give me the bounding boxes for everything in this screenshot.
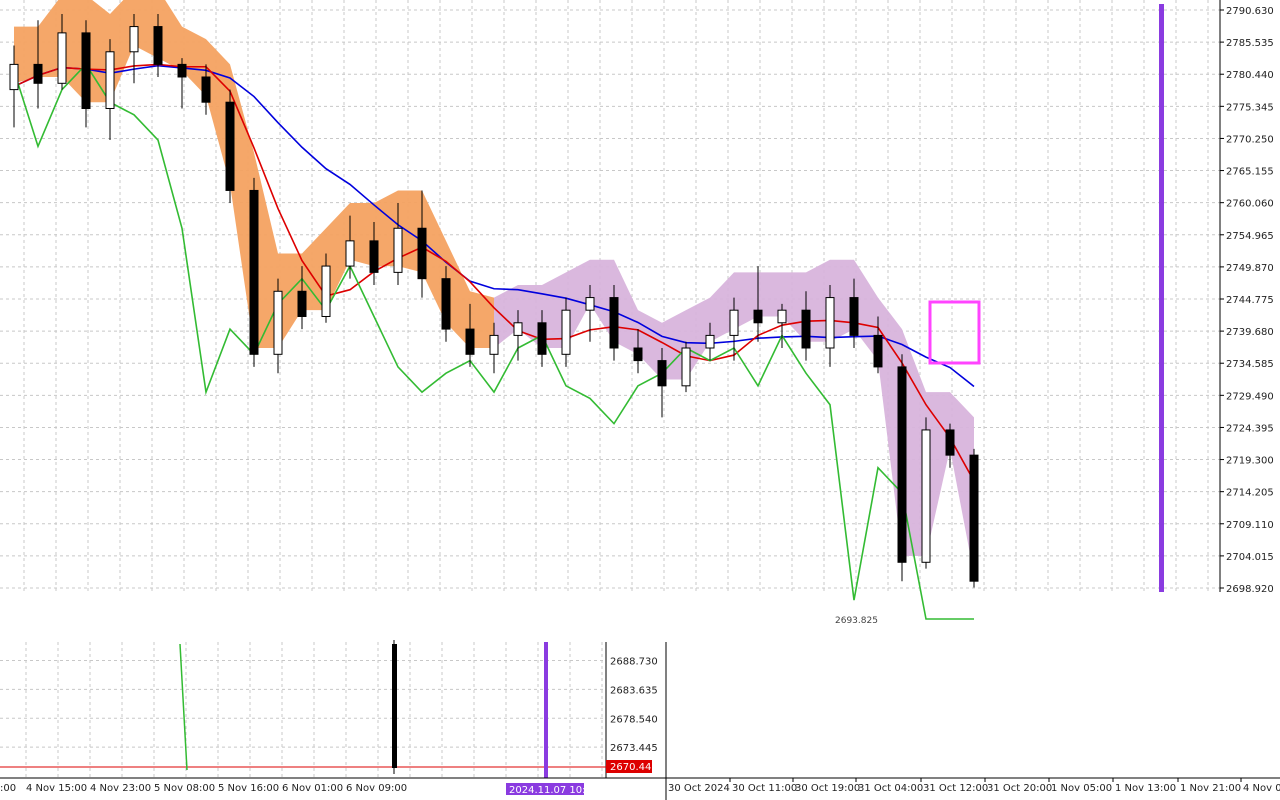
lower-time-tick-label: 5 Nov 16:00 bbox=[218, 783, 279, 794]
candle-bearish bbox=[441, 278, 451, 330]
candle-bullish bbox=[561, 309, 571, 355]
candle-bullish bbox=[513, 322, 523, 336]
lower-time-tick-label: 6 Nov 01:00 bbox=[282, 783, 343, 794]
candle-bullish bbox=[321, 265, 331, 317]
current-price-label: 2670.440 bbox=[610, 762, 658, 773]
time-marker-label: 2024.11.07 10:00 bbox=[509, 785, 598, 796]
candle-bullish bbox=[105, 51, 115, 110]
time-tick-label: 31 Oct 04:00 bbox=[858, 783, 923, 794]
candle-bearish bbox=[873, 334, 883, 368]
candle-bullish bbox=[585, 297, 595, 311]
price-tick-label: 2704.015 bbox=[1226, 552, 1274, 563]
candle-bearish bbox=[153, 26, 163, 65]
candle-bearish bbox=[753, 309, 763, 324]
chart-canvas: 2790.630 2785.535 2780.440 2775.345 2770.250… bbox=[0, 0, 1280, 800]
lower-time-tick-label: 6 Nov 09:00 bbox=[346, 783, 407, 794]
candle-bearish bbox=[297, 290, 307, 317]
price-tick-label: 2744.775 bbox=[1226, 295, 1274, 306]
candle-bearish bbox=[81, 32, 91, 110]
lower-time-tick-label: 4 Nov 15:00 bbox=[26, 783, 87, 794]
lower-time-marker bbox=[544, 642, 548, 778]
price-tick-label: 2719.300 bbox=[1226, 456, 1274, 467]
price-tick-label: 2754.965 bbox=[1226, 231, 1274, 242]
time-marker-line bbox=[1159, 4, 1164, 592]
time-tick-label: 1 Nov 21:00 bbox=[1180, 783, 1241, 794]
candle-bearish bbox=[849, 297, 859, 336]
time-tick-label: 30 Oct 2024 bbox=[668, 783, 730, 794]
price-tick-label: 2785.535 bbox=[1226, 38, 1274, 49]
price-tick-label: 2749.870 bbox=[1226, 263, 1274, 274]
lower-price-tick-label: 2688.730 bbox=[610, 657, 658, 668]
candle-bearish bbox=[249, 189, 259, 355]
candle-bearish bbox=[225, 101, 235, 191]
candle-bearish bbox=[177, 63, 187, 78]
lower-price-tick-label: 2683.635 bbox=[610, 685, 658, 696]
candle-bearish bbox=[897, 366, 907, 563]
candle-bullish bbox=[129, 26, 139, 53]
candle-bullish bbox=[393, 227, 403, 273]
price-tick-label: 2724.395 bbox=[1226, 423, 1274, 434]
price-tick-label: 2739.680 bbox=[1226, 327, 1274, 338]
price-tick-label: 2770.250 bbox=[1226, 134, 1274, 145]
candle-bullish bbox=[777, 309, 787, 324]
time-tick-label: 31 Oct 20:00 bbox=[987, 783, 1052, 794]
price-tick-label: 2790.630 bbox=[1226, 6, 1274, 17]
candle-bearish bbox=[33, 63, 43, 84]
candle-bullish bbox=[729, 309, 739, 336]
time-tick-label: 30 Oct 11:00 bbox=[732, 783, 797, 794]
price-tick-label: 2780.440 bbox=[1226, 70, 1274, 81]
candle-bullish bbox=[9, 63, 19, 91]
candle-bearish bbox=[417, 227, 427, 280]
candle-bearish bbox=[465, 328, 475, 355]
price-tick-label: 2760.060 bbox=[1226, 199, 1274, 210]
price-tick-label: 2729.490 bbox=[1226, 391, 1274, 402]
time-tick-label: 30 Oct 19:00 bbox=[795, 783, 860, 794]
candle-bearish bbox=[969, 454, 979, 582]
price-tick-label: 2709.110 bbox=[1226, 520, 1274, 531]
candle-bullish bbox=[681, 347, 691, 387]
candle-bullish bbox=[345, 240, 355, 267]
candle-bearish bbox=[537, 322, 547, 355]
time-tick-label: 1 Nov 05:00 bbox=[1051, 783, 1112, 794]
candle-bearish bbox=[201, 76, 211, 103]
lower-panel-bg bbox=[0, 642, 606, 778]
candle-bearish bbox=[369, 240, 379, 273]
lower-x-tick-partial: :00 bbox=[0, 783, 16, 794]
lower-time-tick-label: 5 Nov 08:00 bbox=[154, 783, 215, 794]
candle-bullish bbox=[825, 297, 835, 349]
time-tick-label: 31 Oct 12:00 bbox=[923, 783, 988, 794]
price-tick-label: 2698.920 bbox=[1226, 584, 1274, 595]
lower-price-tick-label: 2673.445 bbox=[610, 743, 658, 754]
lower-time-tick-label: 4 Nov 23:00 bbox=[90, 783, 151, 794]
candle-bearish bbox=[609, 297, 619, 349]
candle-bullish bbox=[57, 32, 67, 84]
price-tick-label: 2765.155 bbox=[1226, 167, 1274, 178]
candle-bullish bbox=[705, 334, 715, 349]
time-tick-label: 1 Nov 13:00 bbox=[1115, 783, 1176, 794]
price-tick-label: 2775.345 bbox=[1226, 102, 1274, 113]
candle-bearish bbox=[657, 360, 667, 387]
candle-bullish bbox=[921, 429, 931, 563]
time-tick-label: 4 Nov 07 bbox=[1243, 783, 1280, 794]
candle-bearish bbox=[801, 309, 811, 349]
candle-bearish bbox=[945, 429, 955, 456]
lower-price-tick-label: 2678.540 bbox=[610, 714, 658, 725]
price-tick-label: 2714.205 bbox=[1226, 488, 1274, 499]
candle-bullish bbox=[489, 334, 499, 355]
overlay-price-text: 2693.825 bbox=[835, 616, 878, 626]
price-tick-label: 2734.585 bbox=[1226, 359, 1274, 370]
candle-bearish bbox=[633, 347, 643, 362]
candle-bullish bbox=[273, 290, 283, 355]
